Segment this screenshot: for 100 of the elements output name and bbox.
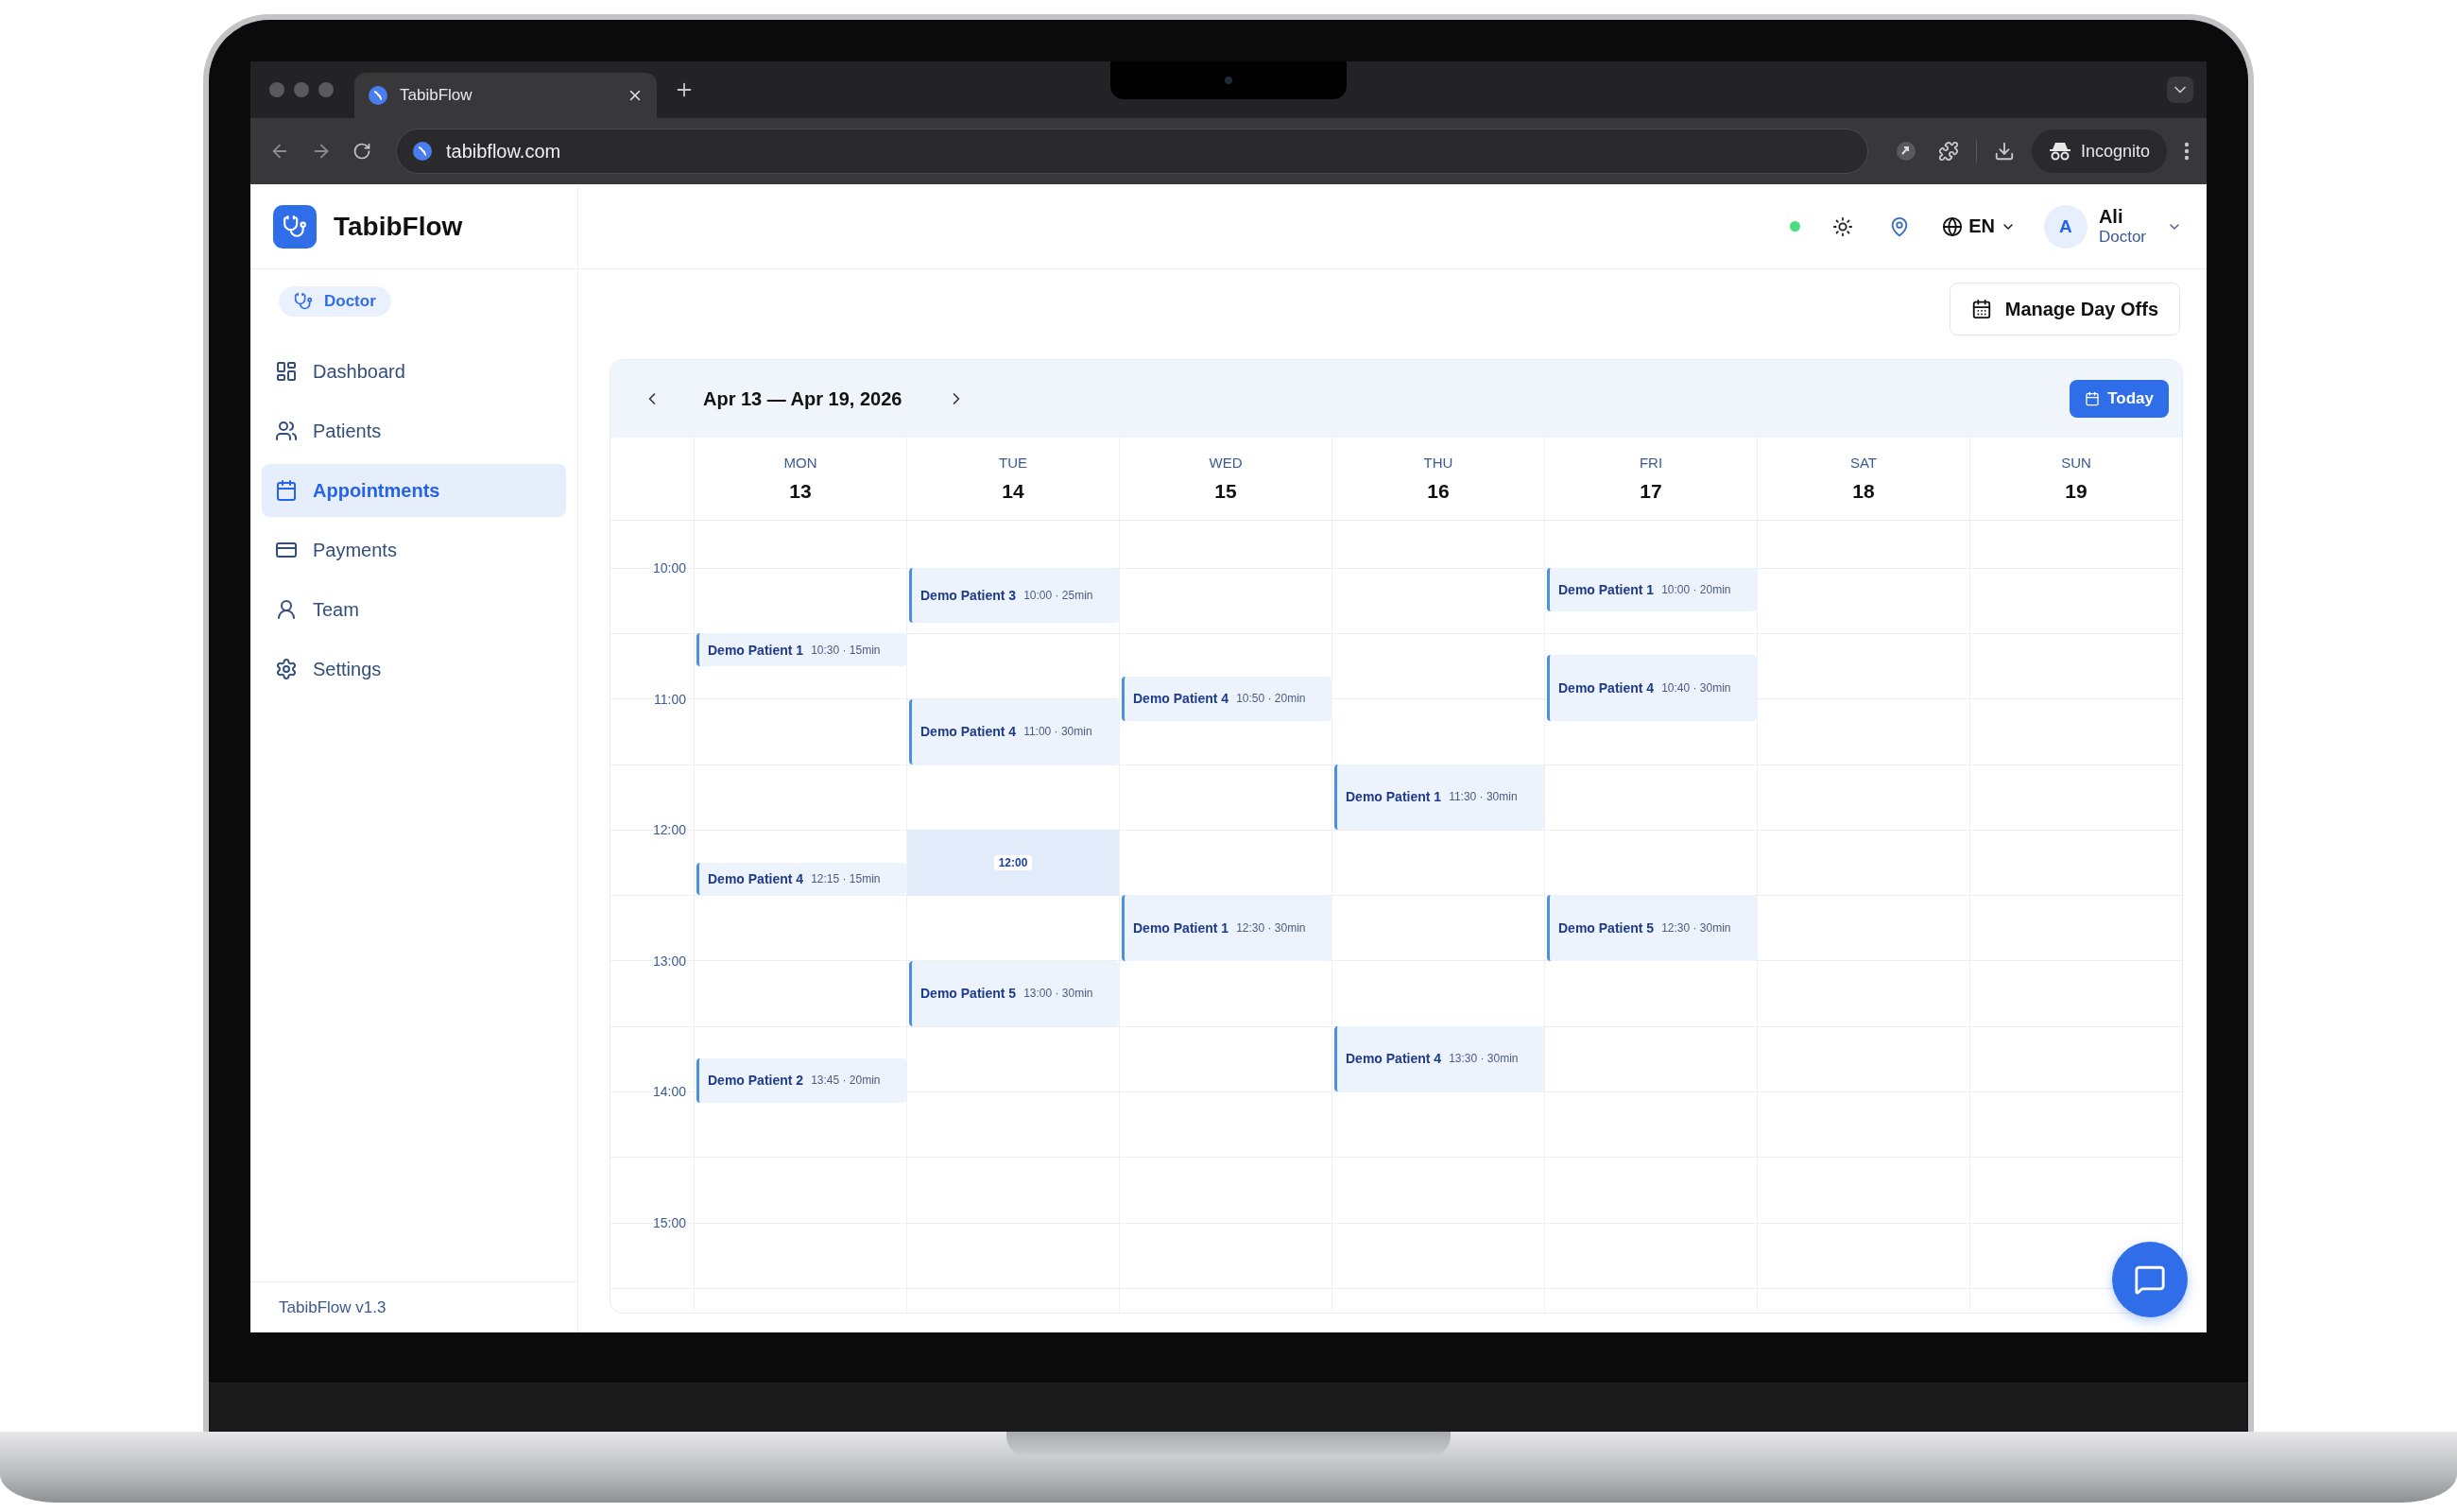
day-number: 14 bbox=[1002, 480, 1024, 503]
week-range: Apr 13 — Apr 19, 2026 bbox=[703, 387, 902, 410]
appointment-card[interactable]: Demo Patient 4 11:00 · 30min bbox=[909, 698, 1119, 765]
appointment-time: 12:30 · 30min bbox=[1236, 920, 1306, 935]
appointment-card[interactable]: Demo Patient 2 13:45 · 20min bbox=[696, 1058, 906, 1103]
weekday-label: SUN bbox=[2061, 455, 2091, 471]
menu-icon bbox=[2184, 142, 2190, 161]
user-name: Ali bbox=[2098, 206, 2124, 229]
chat-icon bbox=[2134, 1263, 2166, 1296]
chat-button[interactable] bbox=[2112, 1242, 2188, 1317]
incognito-icon bbox=[2048, 141, 2071, 162]
patient-name: Demo Patient 4 bbox=[708, 870, 804, 886]
patient-name: Demo Patient 1 bbox=[708, 642, 804, 658]
appointment-time: 12:30 · 30min bbox=[1661, 920, 1731, 935]
appointment-card[interactable]: Demo Patient 4 10:40 · 30min bbox=[1547, 655, 1757, 721]
user-role: Doctor bbox=[2098, 228, 2146, 247]
language-selector[interactable]: EN bbox=[1942, 215, 2016, 237]
calendar-icon bbox=[2085, 391, 2101, 406]
site-icon bbox=[412, 141, 433, 162]
appointment-card[interactable]: Demo Patient 1 12:30 · 30min bbox=[1122, 895, 1332, 961]
patient-name: Demo Patient 4 bbox=[1558, 679, 1655, 696]
appointment-card[interactable]: Demo Patient 4 13:30 · 30min bbox=[1334, 1025, 1544, 1091]
patient-name: Demo Patient 1 bbox=[1558, 582, 1655, 598]
appointment-time: 10:00 · 25min bbox=[1023, 588, 1093, 602]
address-bar[interactable]: tabibflow.com bbox=[396, 129, 1868, 174]
appointment-time: 11:00 · 30min bbox=[1023, 725, 1092, 739]
day-number: 17 bbox=[1640, 480, 1662, 503]
sidebar-item-label: Patients bbox=[313, 420, 382, 442]
weekday-label: MON bbox=[783, 455, 817, 471]
settings-icon bbox=[275, 658, 298, 680]
user-avatar: A bbox=[2043, 204, 2088, 249]
appointment-card[interactable]: Demo Patient 5 13:00 · 30min bbox=[909, 960, 1119, 1026]
weekday-label: WED bbox=[1209, 455, 1243, 471]
appointment-card[interactable]: Demo Patient 3 10:00 · 25min bbox=[909, 568, 1119, 623]
appointment-time: 13:30 · 30min bbox=[1449, 1052, 1519, 1066]
appointment-time: 13:00 · 30min bbox=[1023, 987, 1093, 1001]
role-label: Doctor bbox=[324, 292, 376, 311]
sidebar-item[interactable]: Patients bbox=[262, 404, 566, 457]
extension-icon bbox=[1894, 140, 1917, 163]
patient-name: Demo Patient 5 bbox=[920, 986, 1017, 1002]
appointment-card[interactable]: Demo Patient 5 12:30 · 30min bbox=[1547, 895, 1757, 961]
manage-day-offs-button[interactable]: Manage Day Offs bbox=[1949, 283, 2180, 335]
patient-name: Demo Patient 1 bbox=[1346, 789, 1442, 805]
reload-icon bbox=[352, 142, 371, 161]
sidebar-item[interactable]: Settings bbox=[262, 643, 566, 696]
time-label: 14:00 bbox=[652, 1084, 686, 1099]
weekday-label: SAT bbox=[1849, 455, 1878, 471]
patient-name: Demo Patient 4 bbox=[1346, 1051, 1442, 1067]
browser-tab[interactable]: TabibFlow bbox=[354, 73, 657, 118]
appointment-time: 10:30 · 15min bbox=[811, 643, 881, 657]
patient-name: Demo Patient 3 bbox=[920, 587, 1017, 603]
calendar-icon bbox=[275, 479, 298, 502]
sidebar-item[interactable]: Payments bbox=[262, 524, 566, 576]
day-number: 13 bbox=[789, 480, 812, 503]
sidebar-item-label: Dashboard bbox=[313, 360, 405, 383]
appointment-card[interactable]: Demo Patient 1 10:30 · 15min bbox=[696, 633, 906, 666]
appointment-card[interactable]: Demo Patient 4 12:15 · 15min bbox=[696, 862, 906, 896]
day-number: 18 bbox=[1852, 480, 1875, 503]
appointment-time: 10:50 · 20min bbox=[1236, 692, 1306, 706]
appointment-time: 13:45 · 20min bbox=[811, 1074, 881, 1088]
slot-time: 12:00 bbox=[993, 854, 1033, 870]
version-label: TabibFlow v1.3 bbox=[279, 1297, 387, 1317]
sun-icon bbox=[1832, 215, 1854, 237]
weekday-label: FRI bbox=[1639, 455, 1663, 471]
url-text: tabibflow.com bbox=[446, 140, 561, 163]
sidebar-item[interactable]: Appointments bbox=[262, 464, 566, 517]
site-icon bbox=[368, 85, 388, 106]
patient-name: Demo Patient 1 bbox=[1133, 919, 1229, 936]
appointment-time: 12:15 · 15min bbox=[811, 871, 881, 885]
patient-name: Demo Patient 4 bbox=[1133, 691, 1229, 707]
appointment-time: 10:00 · 20min bbox=[1661, 583, 1731, 597]
weekday-label: THU bbox=[1423, 455, 1453, 471]
appointment-card[interactable]: Demo Patient 1 11:30 · 30min bbox=[1334, 764, 1544, 830]
sidebar-item[interactable]: Team bbox=[262, 583, 566, 636]
day-number: 16 bbox=[1427, 480, 1450, 503]
calendar-icon bbox=[1970, 299, 1992, 319]
appointment-time: 10:40 · 30min bbox=[1661, 680, 1731, 695]
stethoscope-icon bbox=[294, 292, 313, 311]
patient-name: Demo Patient 2 bbox=[708, 1073, 804, 1089]
appointment-time: 11:30 · 30min bbox=[1449, 790, 1518, 804]
person-icon bbox=[275, 598, 298, 621]
day-number: 19 bbox=[2065, 480, 2088, 503]
time-label: 10:00 bbox=[652, 560, 686, 576]
logo-icon bbox=[273, 204, 317, 249]
sidebar-item-label: Appointments bbox=[313, 479, 440, 502]
download-icon bbox=[1993, 141, 2015, 162]
brand-name: TabibFlow bbox=[334, 211, 463, 242]
sidebar-item-label: Payments bbox=[313, 539, 397, 561]
time-slot-highlight[interactable]: 12:00 bbox=[907, 830, 1119, 896]
user-menu[interactable]: A Ali Doctor bbox=[2043, 204, 2182, 249]
sidebar-item-label: Settings bbox=[313, 658, 382, 680]
today-button[interactable]: Today bbox=[2070, 380, 2169, 418]
patient-name: Demo Patient 5 bbox=[1558, 919, 1655, 936]
incognito-button[interactable]: Incognito bbox=[2031, 129, 2167, 173]
tab-list-button[interactable] bbox=[2167, 77, 2193, 103]
users-icon bbox=[275, 420, 298, 442]
time-label: 12:00 bbox=[652, 822, 686, 837]
appointment-card[interactable]: Demo Patient 1 10:00 · 20min bbox=[1547, 568, 1757, 612]
sidebar-item[interactable]: Dashboard bbox=[262, 345, 566, 398]
appointment-card[interactable]: Demo Patient 4 10:50 · 20min bbox=[1122, 677, 1332, 721]
